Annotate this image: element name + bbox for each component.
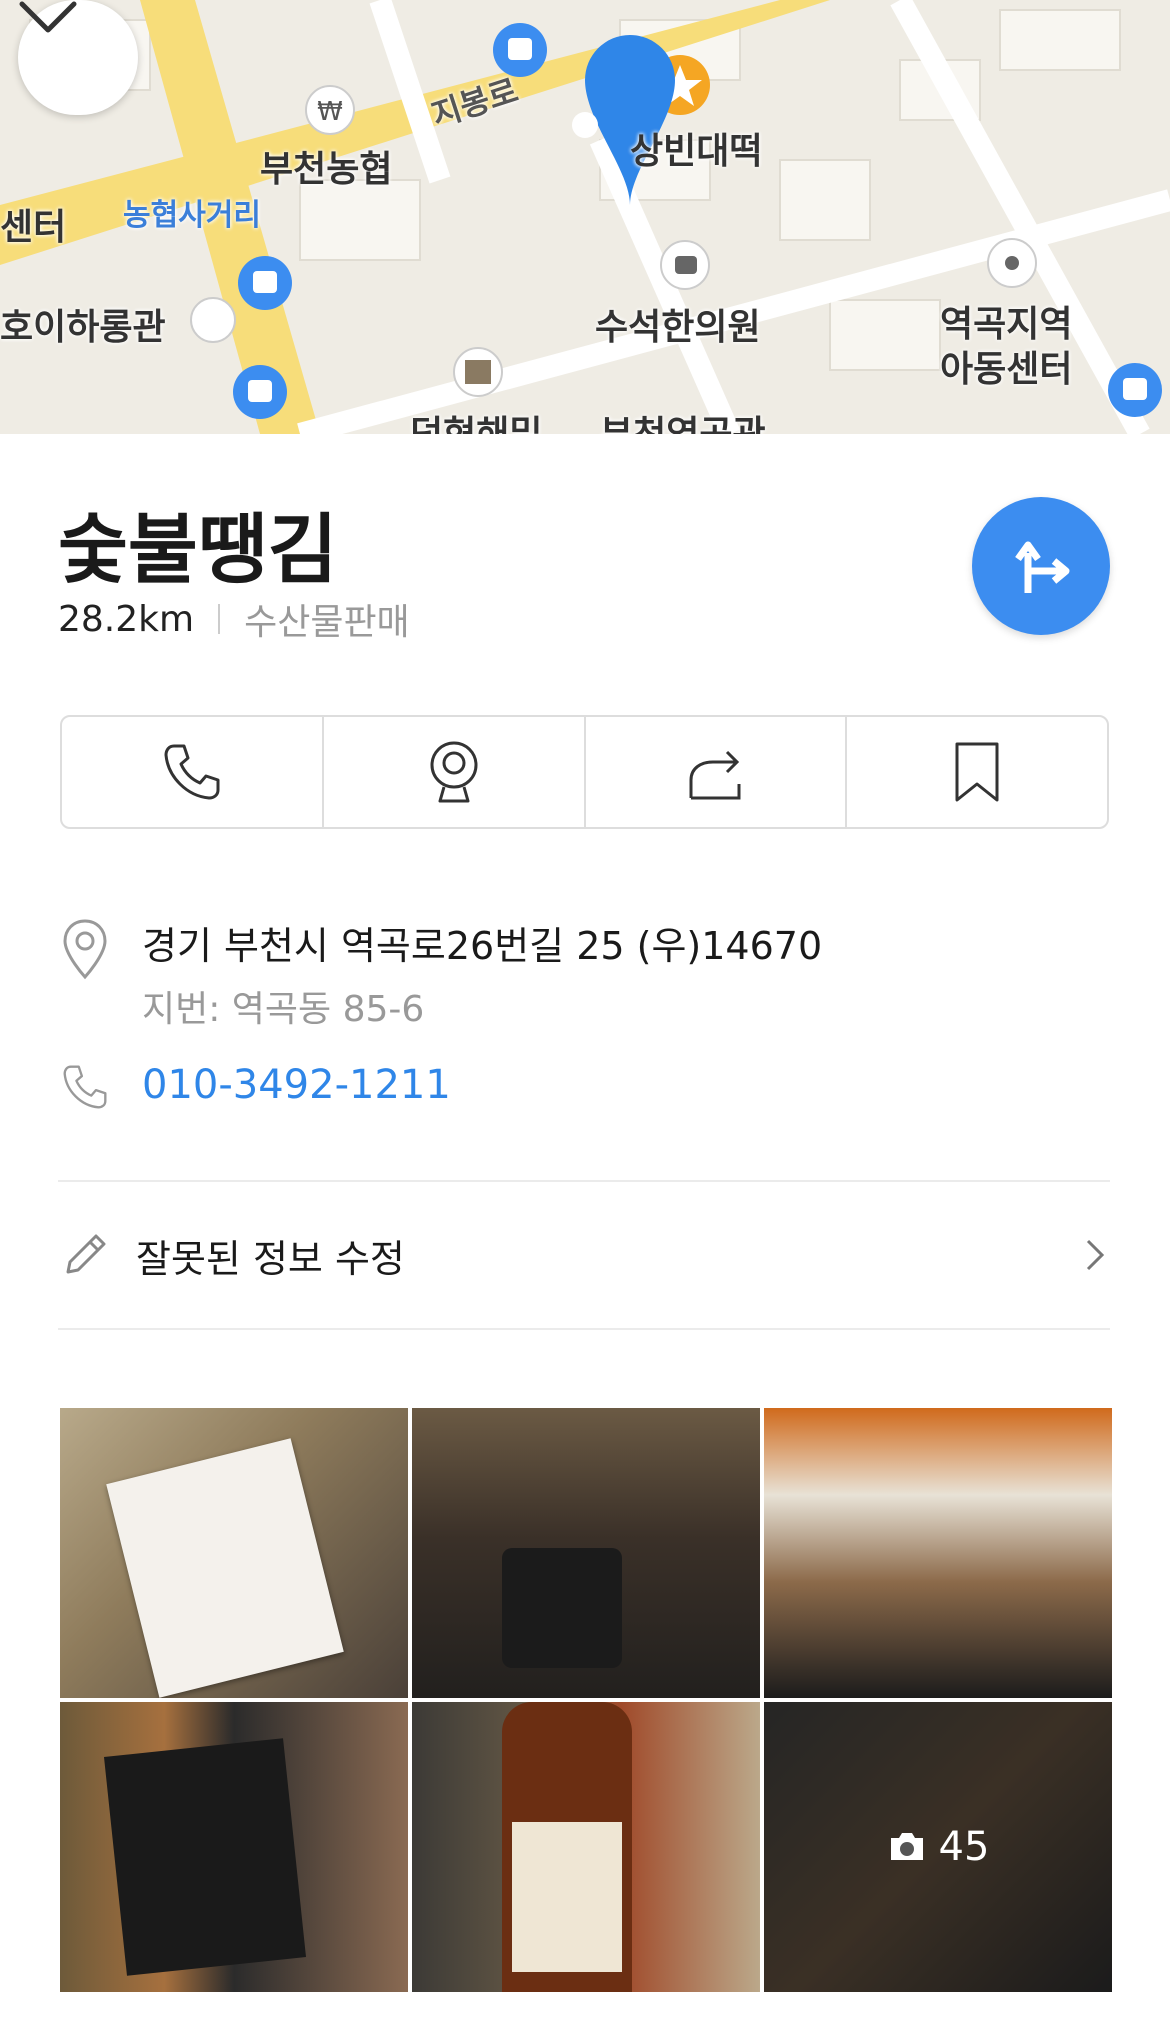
- call-button[interactable]: [62, 717, 324, 827]
- flyer-image: [106, 1438, 344, 1698]
- bottle-label-image: [512, 1822, 622, 1972]
- place-category: 수산물판매: [244, 602, 410, 643]
- road-address[interactable]: 경기 부천시 역곡로26번길 25 (우)14670: [142, 915, 822, 970]
- business-card-image: [103, 1738, 307, 1976]
- edit-info-row[interactable]: 잘못된 정보 수정: [60, 1215, 1110, 1295]
- divider: [58, 1180, 1110, 1182]
- chevron-down-icon: [19, 1, 77, 33]
- map-label-nonghyup-intersection: 농협사거리: [123, 198, 261, 233]
- map-label-nonghyup: 부천농협: [260, 149, 393, 190]
- roadview-button[interactable]: [324, 717, 586, 827]
- map-label-bottom-1: 덕현해밀: [410, 405, 542, 434]
- save-button[interactable]: [847, 717, 1107, 827]
- photo-grid: 45: [60, 1408, 1112, 1992]
- grill-image: [502, 1548, 622, 1668]
- directions-button[interactable]: [972, 497, 1110, 635]
- photo-thumbnail-more[interactable]: 45: [764, 1702, 1112, 1992]
- photo-count-overlay: 45: [764, 1702, 1112, 1992]
- phone-number-link[interactable]: 010-3492-1211: [142, 1062, 451, 1112]
- map-label-yeokgok-center-2: 아동센터: [940, 349, 1073, 390]
- divider: [58, 1328, 1110, 1330]
- lot-address: 지번: 역곡동 85-6: [142, 989, 425, 1030]
- pencil-icon: [66, 1234, 106, 1274]
- svg-text:₩: ₩: [317, 97, 343, 127]
- map-label-suseok: 수석한의원: [595, 307, 761, 348]
- place-distance: 28.2km: [58, 598, 195, 640]
- map-label-center: 센터: [0, 207, 67, 248]
- chevron-right-icon: [1086, 1239, 1105, 1271]
- photo-thumbnail[interactable]: [764, 1408, 1112, 1698]
- share-button[interactable]: [586, 717, 848, 827]
- camera-icon: [890, 1833, 923, 1860]
- photo-count: 45: [938, 1824, 990, 1870]
- photo-thumbnail[interactable]: [412, 1702, 760, 1992]
- phone-icon: [63, 1065, 107, 1109]
- meta-separator: [218, 604, 221, 634]
- phone-row: 010-3492-1211: [60, 1062, 451, 1112]
- edit-info-label: 잘못된 정보 수정: [136, 1236, 405, 1281]
- phone-icon: [164, 744, 220, 800]
- photo-thumbnail[interactable]: [412, 1408, 760, 1698]
- roadview-icon: [430, 741, 478, 803]
- bookmark-icon: [955, 742, 999, 802]
- address-row: 경기 부천시 역곡로26번길 25 (우)14670 지번: 역곡동 85-6: [60, 915, 822, 1032]
- action-bar: [60, 715, 1109, 829]
- photo-thumbnail[interactable]: [60, 1702, 408, 1992]
- map-label-hoi: 호이하롱관: [0, 307, 166, 348]
- map-label-bottom-2: 부천역곡관: [600, 405, 766, 434]
- place-title: 숯불땡김: [58, 505, 338, 594]
- directions-icon: [1015, 541, 1070, 593]
- share-icon: [689, 750, 741, 800]
- map-label-sangbin: 상빈대떡: [630, 131, 763, 172]
- map-view[interactable]: ₩ 부천농협 농협사거리 센터 호이하롱관 상빈대떡 지봉로 수석한의원 역곡지…: [0, 0, 1170, 434]
- place-meta: 28.2km 수산물판매: [58, 593, 410, 645]
- collapse-map-button[interactable]: [18, 0, 138, 115]
- location-pin-icon: [63, 919, 107, 980]
- photo-thumbnail[interactable]: [60, 1408, 408, 1698]
